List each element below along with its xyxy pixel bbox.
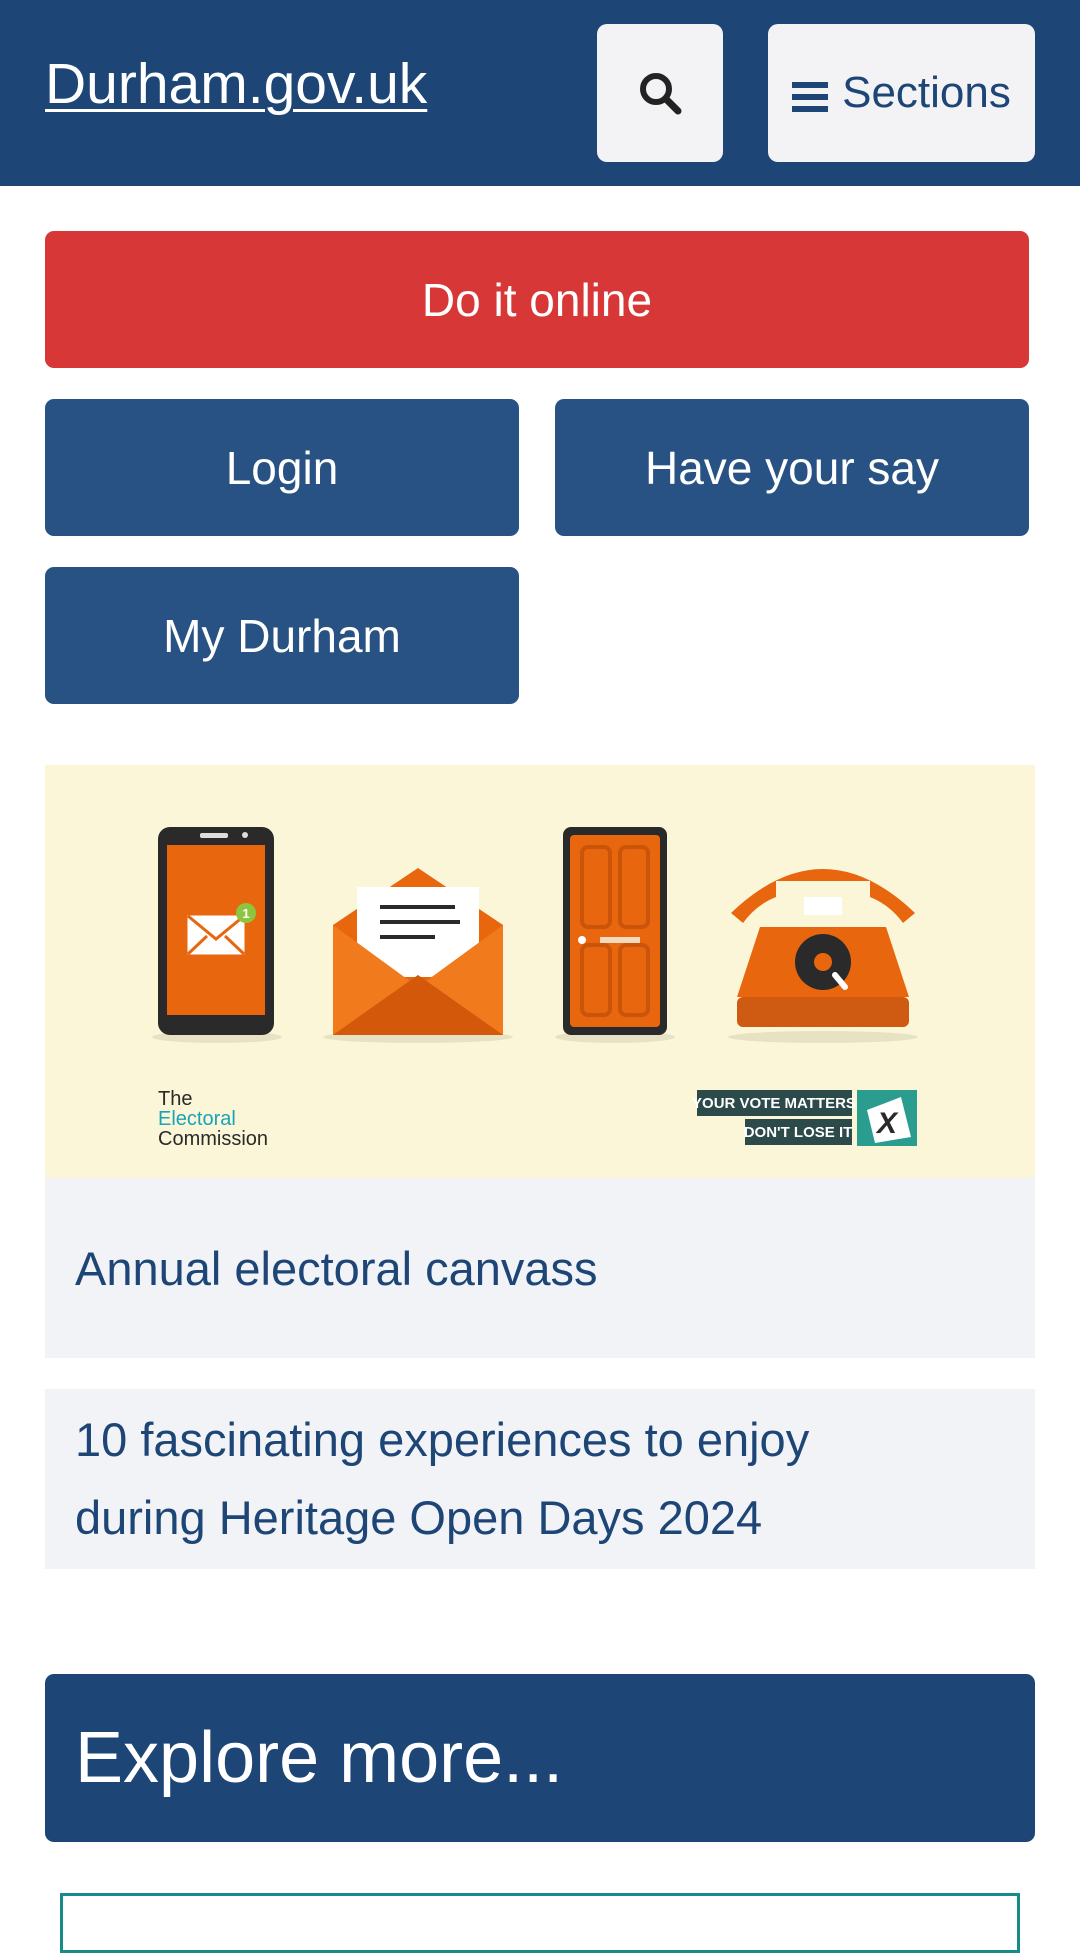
news-card-heritage-open-days[interactable]: 10 fascinating experiences to enjoy duri… [45, 1389, 1035, 1569]
news-card-title-line1: 10 fascinating experiences to enjoy [75, 1413, 810, 1466]
svg-text:The: The [158, 1088, 192, 1110]
your-vote-matters-badge: YOUR VOTE MATTERS DON'T LOSE IT X [692, 1090, 917, 1146]
news-card-electoral-canvass[interactable]: Annual electoral canvass [45, 1178, 1035, 1358]
do-it-online-button[interactable]: Do it online [45, 231, 1029, 368]
banner-illustration: 1 The Electoral Commission YOUR VOTE MAT… [152, 827, 918, 1150]
mobile-phone-icon: 1 [152, 827, 282, 1043]
news-card-title-line2: during Heritage Open Days 2024 [75, 1491, 763, 1544]
sections-label: Sections [842, 68, 1011, 117]
site-logo-link[interactable]: Durham.gov.uk [45, 56, 427, 113]
svg-text:DON'T LOSE IT: DON'T LOSE IT [744, 1124, 853, 1141]
svg-text:X: X [875, 1107, 899, 1140]
electoral-canvass-banner-image[interactable]: 1 The Electoral Commission YOUR VOTE MAT… [45, 765, 1035, 1178]
sections-menu-button[interactable]: Sections [768, 24, 1035, 162]
notification-badge-count: 1 [242, 906, 249, 921]
envelope-icon [323, 868, 513, 1043]
svg-text:Commission: Commission [158, 1128, 268, 1150]
news-card-title: Annual electoral canvass [75, 1241, 598, 1295]
site-header: Durham.gov.uk Sections [0, 0, 1080, 186]
hamburger-menu-icon [792, 82, 829, 112]
telephone-icon [728, 869, 918, 1043]
search-button[interactable] [597, 24, 723, 162]
explore-item-partial[interactable] [60, 1893, 1020, 1953]
explore-more-title: Explore more... [75, 1718, 564, 1798]
login-button[interactable]: Login [45, 399, 519, 536]
electoral-commission-logo: The Electoral Commission [158, 1088, 268, 1150]
my-durham-button[interactable]: My Durham [45, 567, 519, 704]
have-your-say-button[interactable]: Have your say [555, 399, 1029, 536]
svg-text:Electoral: Electoral [158, 1108, 236, 1130]
search-icon [640, 73, 682, 115]
door-icon [555, 827, 675, 1043]
explore-more-heading: Explore more... [45, 1674, 1035, 1842]
svg-text:YOUR VOTE MATTERS: YOUR VOTE MATTERS [692, 1095, 856, 1112]
